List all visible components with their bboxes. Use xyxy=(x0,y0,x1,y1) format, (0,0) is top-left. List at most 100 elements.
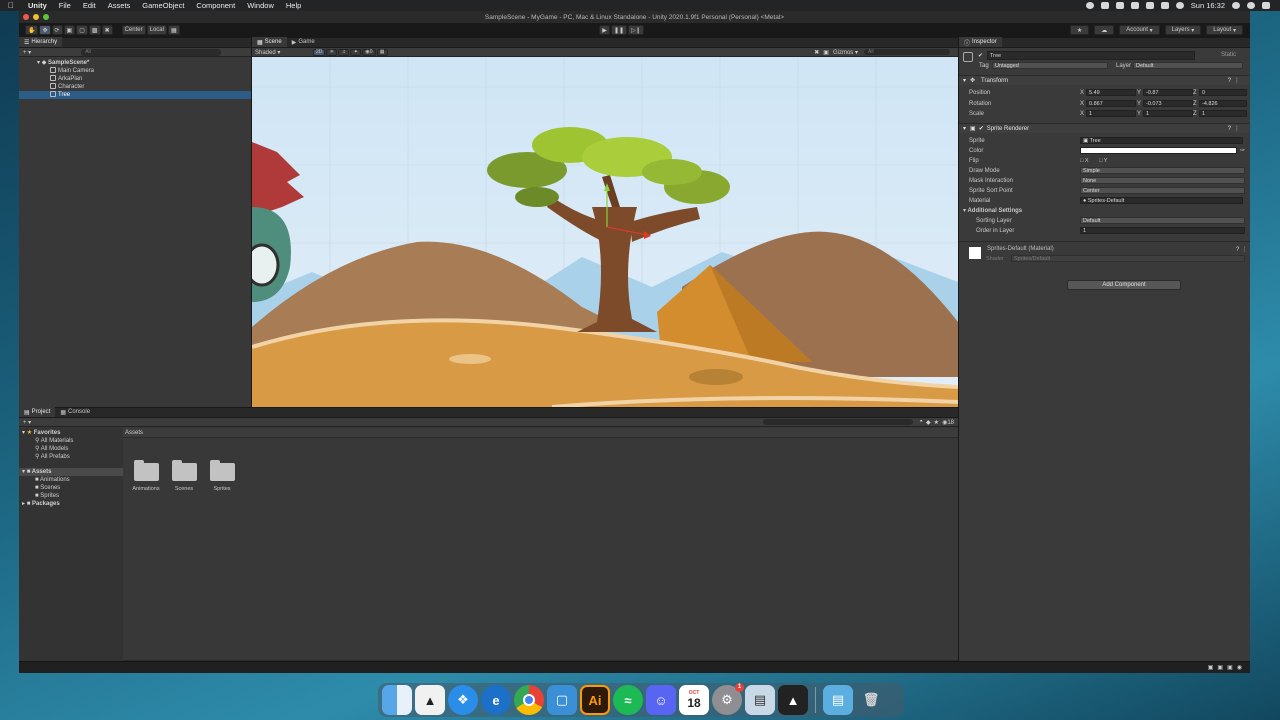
object-name-field[interactable]: Tree xyxy=(987,51,1195,60)
hierarchy-item-character[interactable]: Character xyxy=(19,83,251,91)
menu-edit[interactable]: Edit xyxy=(77,1,102,10)
order-in-layer-field[interactable]: 1 xyxy=(1080,227,1245,234)
rotate-tool-icon[interactable]: ⟳ xyxy=(51,25,63,35)
filter-type-icon[interactable]: ◓ xyxy=(919,419,923,425)
eyedropper-icon[interactable]: ✑ xyxy=(1240,147,1245,154)
system-preferences-icon[interactable]: ⚙ 1 xyxy=(712,683,744,715)
sort-point-dropdown[interactable]: Center xyxy=(1080,187,1245,194)
folder-sprites[interactable]: Sprites xyxy=(207,460,237,492)
lighting-icon[interactable]: ☀ xyxy=(326,48,338,56)
chrome-icon[interactable] xyxy=(514,685,544,715)
sprite-renderer-header[interactable]: ▾ ▣ ✔ Sprite Renderer ?⋮ xyxy=(959,123,1249,133)
hidden-count[interactable]: ◉18 xyxy=(942,419,954,426)
pivot-local-button[interactable]: Local xyxy=(146,25,167,35)
material-menu-icon[interactable]: ?⋮ xyxy=(1236,246,1249,253)
search-icon[interactable] xyxy=(1232,2,1240,9)
screen-icon[interactable] xyxy=(1100,2,1109,9)
scale-y-field[interactable]: 1 xyxy=(1143,110,1193,117)
rect-tool-icon[interactable]: ▢ xyxy=(76,25,88,35)
tools-icon[interactable]: ✖ xyxy=(814,49,819,56)
gizmos-dropdown[interactable]: Gizmos ▾ xyxy=(833,49,858,56)
tree-packages[interactable]: ▸ ■ Packages xyxy=(22,500,60,508)
tab-game[interactable]: ▶ Game xyxy=(287,37,320,47)
menu-app[interactable]: Unity xyxy=(22,1,53,10)
flip-x-checkbox[interactable]: □ X xyxy=(1080,158,1089,164)
cloud-icon[interactable] xyxy=(1115,2,1124,9)
favorite-icon[interactable]: ★ xyxy=(934,419,939,426)
component-enabled-checkbox[interactable]: ✔ xyxy=(979,125,984,132)
scale-z-field[interactable]: 1 xyxy=(1199,110,1247,117)
keyboard-icon[interactable] xyxy=(1160,2,1169,9)
cloud-services-icon[interactable]: ☁ xyxy=(1094,25,1115,35)
downloads-folder-icon[interactable]: ▤ xyxy=(823,685,853,715)
grid-snap-icon[interactable]: ▦ xyxy=(167,25,180,35)
hierarchy-item-tree[interactable]: Tree xyxy=(19,91,251,99)
rotation-y-field[interactable]: -0.073 xyxy=(1143,100,1193,107)
unity-icon[interactable]: ▲ xyxy=(778,685,808,715)
menu-file[interactable]: File xyxy=(53,1,77,10)
step-button[interactable]: ▷❙ xyxy=(628,25,644,35)
folder-animations[interactable]: Animations xyxy=(131,460,161,492)
menu-window[interactable]: Window xyxy=(241,1,280,10)
hierarchy-search-input[interactable]: All xyxy=(81,48,222,56)
tab-scene[interactable]: ▦ Scene xyxy=(252,37,287,47)
tree-sprites[interactable]: ■ Sprites xyxy=(35,492,59,500)
collab-icon[interactable]: ★ xyxy=(1069,25,1090,35)
tree-all-prefabs[interactable]: ⚲ All Prefabs xyxy=(35,453,70,461)
hidden-objects-icon[interactable]: ◉ 0 xyxy=(362,48,376,56)
tab-hierarchy[interactable]: ☰ Hierarchy xyxy=(19,37,63,47)
hand-tool-icon[interactable]: ✋ xyxy=(25,25,39,35)
position-z-field[interactable]: 0 xyxy=(1199,89,1247,96)
move-tool-icon[interactable]: ✥ xyxy=(39,25,51,35)
folder-scenes[interactable]: Scenes xyxy=(169,460,199,492)
hierarchy-scene-root[interactable]: ▾ ◆ SampleScene* xyxy=(19,59,251,67)
position-y-field[interactable]: -0.87 xyxy=(1143,89,1193,96)
scene-search-input[interactable]: All xyxy=(864,49,950,55)
filter-label-icon[interactable]: ◆ xyxy=(926,419,931,426)
color-swatch[interactable] xyxy=(1080,147,1237,154)
siri-icon[interactable] xyxy=(1247,2,1255,9)
hierarchy-item-main-camera[interactable]: Main Camera xyxy=(19,67,251,75)
tree-all-models[interactable]: ⚲ All Models xyxy=(35,445,68,453)
static-toggle[interactable]: Static xyxy=(1221,52,1236,58)
scale-tool-icon[interactable]: ▣ xyxy=(63,25,76,35)
active-checkbox[interactable]: ✔ xyxy=(978,52,983,59)
tree-scenes[interactable]: ■ Scenes xyxy=(35,484,60,492)
wifi-icon[interactable] xyxy=(1175,2,1184,9)
shader-dropdown[interactable]: Sprites/Default xyxy=(1011,255,1245,262)
mask-interaction-dropdown[interactable]: None xyxy=(1080,177,1245,184)
component-menu-icon[interactable]: ?⋮ xyxy=(1228,125,1243,132)
flip-y-checkbox[interactable]: □ Y xyxy=(1099,158,1107,164)
sprite-object-field[interactable]: ▣ Tree xyxy=(1080,137,1243,144)
foldout-arrow-icon[interactable]: ▾ xyxy=(963,77,966,84)
grid-icon[interactable]: ▦ xyxy=(376,48,388,56)
tab-project[interactable]: ▤ Project xyxy=(19,407,56,417)
shading-mode-dropdown[interactable]: Shaded ▾ xyxy=(255,49,313,56)
tab-inspector[interactable]: ⓘ Inspector xyxy=(959,37,1002,47)
project-search-input[interactable] xyxy=(763,419,914,425)
tree-assets[interactable]: ▾ ■ Assets xyxy=(19,468,123,476)
custom-tool-icon[interactable]: ✖ xyxy=(101,25,113,35)
layout-dropdown[interactable]: Layout ▾ xyxy=(1206,25,1243,35)
scale-x-field[interactable]: 1 xyxy=(1086,110,1136,117)
discord-icon[interactable]: ☺ xyxy=(646,685,676,715)
battery-icon[interactable] xyxy=(1145,2,1154,9)
status-icons[interactable]: ▣▣▣◉ xyxy=(1208,664,1246,671)
tree-all-materials[interactable]: ⚲ All Materials xyxy=(35,437,73,445)
calendar-icon[interactable]: OCT 18 xyxy=(679,685,709,715)
menu-help[interactable]: Help xyxy=(280,1,307,10)
effects-icon[interactable]: ✦ xyxy=(350,48,362,56)
menu-assets[interactable]: Assets xyxy=(102,1,137,10)
breadcrumb[interactable]: Assets xyxy=(125,430,143,436)
tag-dropdown[interactable]: Untagged xyxy=(992,62,1108,69)
project-add-button[interactable]: + ▾ xyxy=(23,419,31,426)
illustrator-icon[interactable]: Ai xyxy=(580,685,610,715)
menubar-clock[interactable]: Sun 16:32 xyxy=(1191,1,1225,10)
preview-icon[interactable]: ▤ xyxy=(745,685,775,715)
rotation-z-field[interactable]: -4.826 xyxy=(1199,100,1247,107)
component-menu-icon[interactable]: ?⋮ xyxy=(1228,77,1243,84)
hierarchy-item-arkaplan[interactable]: ArkaPlan xyxy=(19,75,251,83)
layers-dropdown[interactable]: Layers ▾ xyxy=(1164,25,1202,35)
additional-settings-foldout[interactable]: ▾ Additional Settings xyxy=(959,206,1249,215)
pause-button[interactable]: ❚❚ xyxy=(611,25,628,35)
